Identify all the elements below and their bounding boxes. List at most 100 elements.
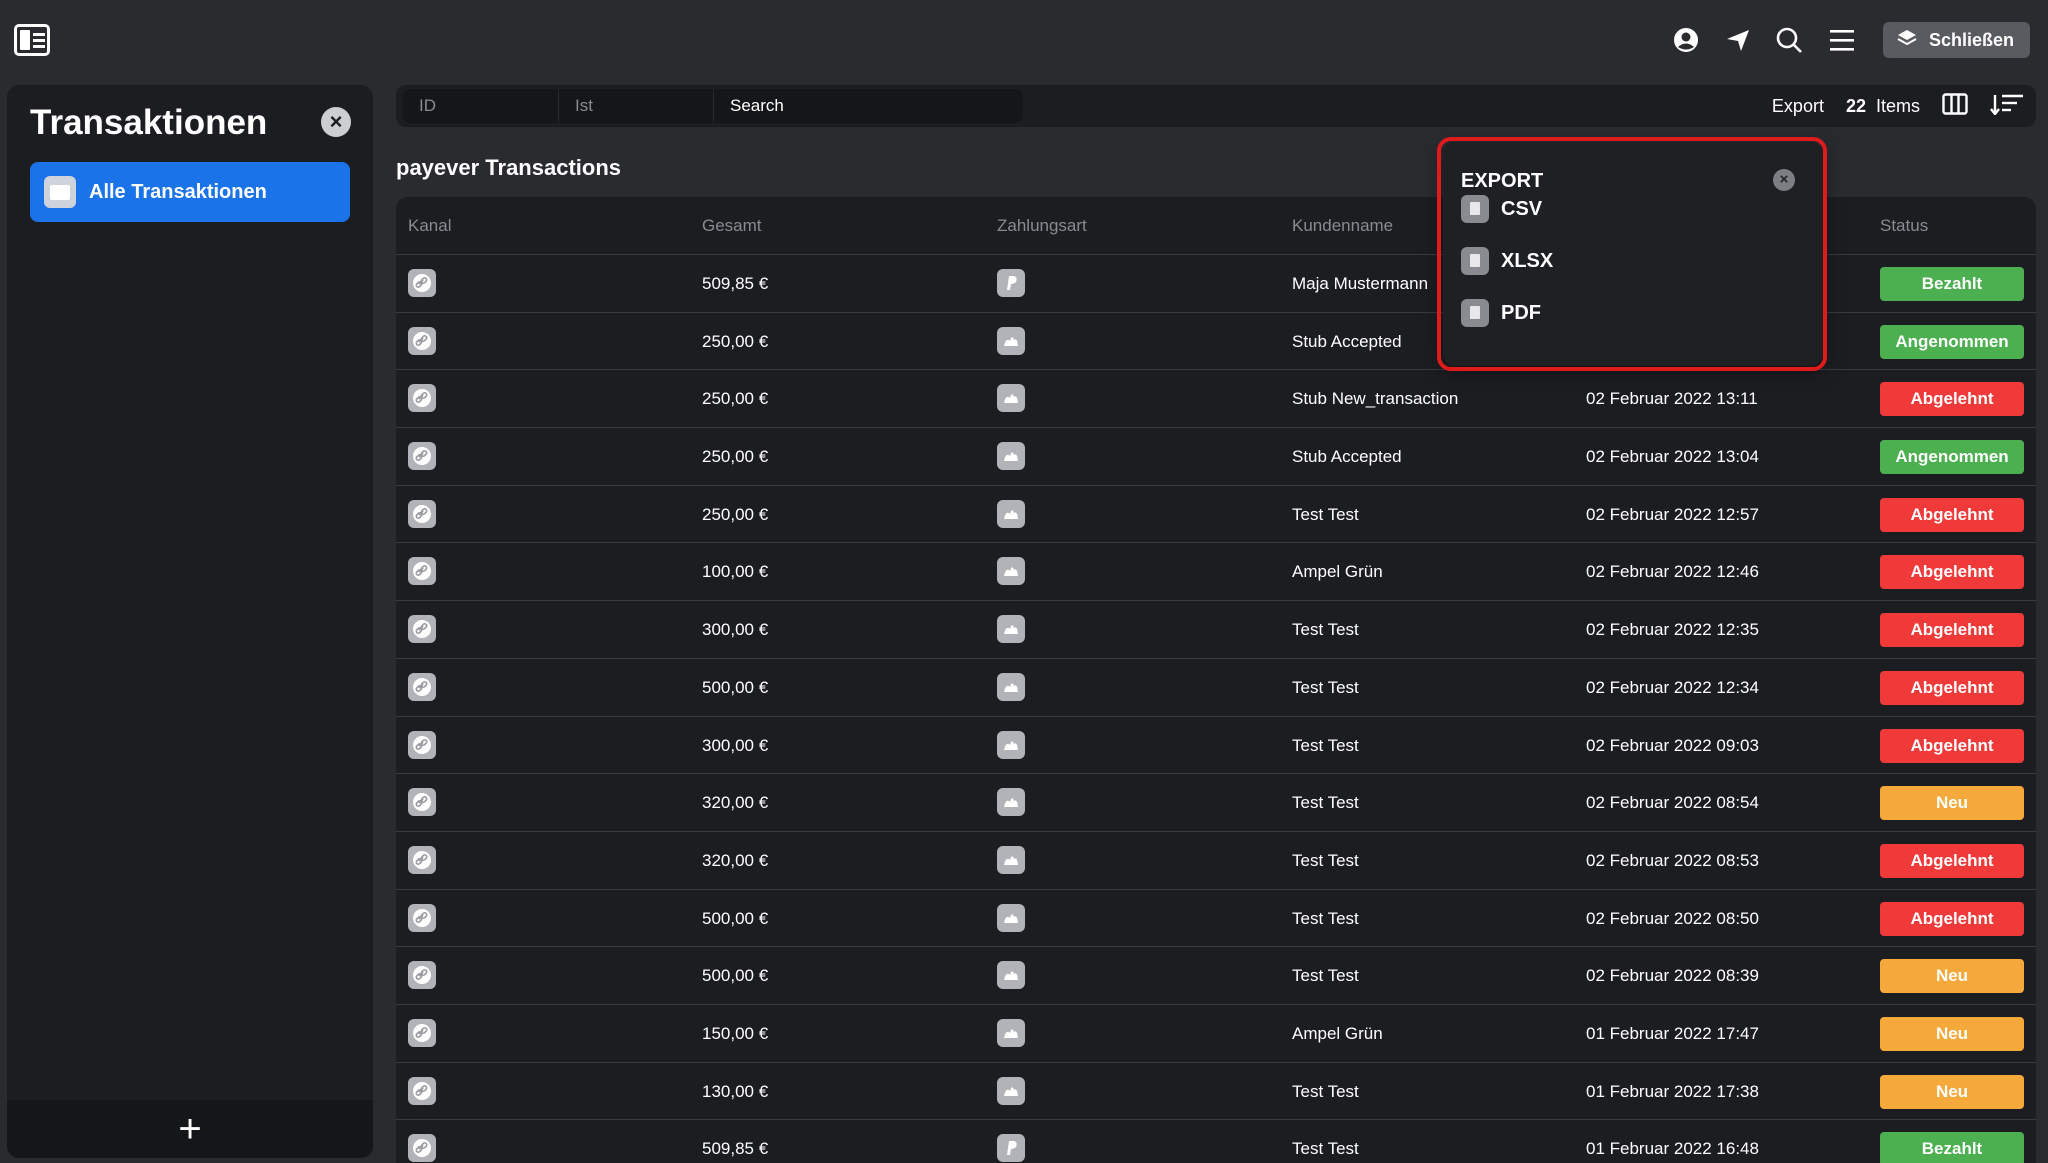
- link-icon: [408, 903, 436, 932]
- table-row[interactable]: 250,00 € Test Test 02 Februar 2022 12:57 Ab…: [396, 486, 2036, 544]
- amount-cell: 250,00 €: [702, 389, 769, 409]
- customer-cell: Test Test: [1292, 504, 1359, 524]
- customer-cell: Stub Accepted: [1292, 331, 1402, 351]
- stripe-icon: [997, 326, 1025, 355]
- sort-icon[interactable]: [1990, 93, 2024, 120]
- date-cell: 02 Februar 2022 12:34: [1586, 677, 1759, 697]
- customer-cell: Stub New_transaction: [1292, 389, 1459, 409]
- table-row[interactable]: 150,00 € Ampel Grün 01 Februar 2022 17:47 N…: [396, 1005, 2036, 1063]
- status-badge: Abgelehnt: [1880, 497, 2024, 532]
- stripe-icon: [997, 615, 1025, 644]
- amount-cell: 500,00 €: [702, 966, 769, 986]
- layers-icon: [1897, 29, 1917, 52]
- date-cell: 01 Februar 2022 16:48: [1586, 1139, 1759, 1159]
- close-app-label: Schließen: [1928, 29, 2014, 50]
- column-header-status[interactable]: Status: [1880, 197, 1928, 255]
- link-icon: [408, 1134, 436, 1163]
- date-cell: 02 Februar 2022 13:11: [1586, 389, 1758, 409]
- status-badge: Abgelehnt: [1880, 670, 2024, 705]
- column-header-kanal[interactable]: Kanal: [408, 197, 451, 255]
- paypal-icon: [997, 269, 1025, 297]
- table-row[interactable]: 250,00 € Stub New_transaction 02 Februar 2…: [396, 370, 2036, 429]
- export-button[interactable]: Export: [1772, 96, 1824, 117]
- customer-cell: Test Test: [1292, 677, 1359, 697]
- table-row[interactable]: 500,00 € Test Test 02 Februar 2022 12:34 Ab…: [396, 659, 2036, 717]
- date-cell: 02 Februar 2022 13:04: [1586, 447, 1759, 467]
- ist-filter-input[interactable]: Ist: [558, 89, 713, 123]
- link-icon: [408, 672, 436, 701]
- search-icon[interactable]: [1771, 22, 1807, 58]
- amount-cell: 130,00 €: [702, 1081, 769, 1101]
- link-icon: [408, 615, 436, 644]
- status-badge: Bezahlt: [1880, 267, 2024, 301]
- send-icon[interactable]: [1720, 22, 1756, 58]
- table-row[interactable]: 250,00 € Stub Accepted 02 Februar 2022 13:…: [396, 428, 2036, 486]
- amount-cell: 320,00 €: [702, 793, 769, 813]
- stripe-icon: [997, 499, 1025, 528]
- link-icon: [408, 269, 436, 297]
- amount-cell: 100,00 €: [702, 562, 769, 582]
- filter-bar: ID Ist Search Export 22 Items: [396, 85, 2036, 127]
- stripe-icon: [997, 1018, 1025, 1047]
- status-badge: Abgelehnt: [1880, 613, 2024, 648]
- customer-cell: Test Test: [1292, 735, 1359, 755]
- status-badge: Neu: [1880, 1074, 2024, 1109]
- link-icon: [408, 1076, 436, 1105]
- paypal-icon: [997, 1134, 1025, 1163]
- link-icon: [408, 442, 436, 471]
- table-row[interactable]: 100,00 € Ampel Grün 02 Februar 2022 12:46 A…: [396, 543, 2036, 602]
- table-row[interactable]: 320,00 € Test Test 02 Februar 2022 08:53 Ab…: [396, 832, 2036, 890]
- stripe-icon: [997, 384, 1025, 413]
- date-cell: 02 Februar 2022 09:03: [1586, 735, 1759, 755]
- date-cell: 02 Februar 2022 12:35: [1586, 620, 1759, 640]
- date-cell: 02 Februar 2022 08:50: [1586, 908, 1759, 928]
- table-row[interactable]: 500,00 € Test Test 02 Februar 2022 08:39 Ne…: [396, 947, 2036, 1005]
- account-icon[interactable]: [1668, 22, 1704, 58]
- amount-cell: 500,00 €: [702, 677, 769, 697]
- table-row[interactable]: 300,00 € Test Test 02 Februar 2022 12:35 Ab…: [396, 601, 2036, 659]
- sidebar-item-all-transactions[interactable]: Alle Transaktionen: [30, 162, 350, 222]
- top-bar: Schließen: [0, 0, 2048, 82]
- close-app-button[interactable]: Schließen: [1882, 22, 2030, 58]
- customer-cell: Ampel Grün: [1292, 562, 1383, 582]
- customer-cell: Maja Mustermann: [1292, 274, 1429, 293]
- column-header-zahlungsart[interactable]: Zahlungsart: [997, 197, 1087, 255]
- customer-cell: Stub Accepted: [1292, 447, 1402, 467]
- stripe-icon: [997, 730, 1025, 759]
- sidebar-close-icon[interactable]: ×: [321, 107, 351, 137]
- menu-icon[interactable]: [1824, 22, 1860, 58]
- status-badge: Abgelehnt: [1880, 843, 2024, 878]
- column-header-kundenname[interactable]: Kundenname: [1292, 197, 1393, 255]
- sidebar-toggle-icon[interactable]: [14, 24, 50, 56]
- search-input[interactable]: Search: [713, 89, 1023, 123]
- stripe-icon: [997, 788, 1025, 817]
- id-filter-input[interactable]: ID: [403, 89, 558, 123]
- status-badge: Neu: [1880, 786, 2024, 821]
- stripe-icon: [997, 672, 1025, 701]
- table-row[interactable]: 300,00 € Test Test 02 Februar 2022 09:03 Ab…: [396, 717, 2036, 775]
- status-badge: Abgelehnt: [1880, 728, 2024, 763]
- column-header-gesamt[interactable]: Gesamt: [702, 197, 762, 255]
- date-cell: 02 Februar 2022 12:57: [1586, 504, 1759, 524]
- link-icon: [408, 499, 436, 528]
- sidebar-title: Transaktionen: [30, 103, 268, 142]
- table-row[interactable]: 509,85 € Test Test 01 Februar 2022 16:48 Be…: [396, 1120, 2036, 1163]
- amount-cell: 509,85 €: [702, 1139, 769, 1159]
- date-cell: 01 Februar 2022 17:38: [1586, 1081, 1759, 1101]
- customer-cell: Test Test: [1292, 620, 1359, 640]
- add-folder-button[interactable]: +: [7, 1100, 373, 1158]
- amount-cell: 250,00 €: [702, 504, 769, 524]
- table-row[interactable]: 130,00 € Test Test 01 Februar 2022 17:38 Ne…: [396, 1063, 2036, 1121]
- table-row[interactable]: 320,00 € Test Test 02 Februar 2022 08:54 Ne…: [396, 774, 2036, 832]
- status-badge: Abgelehnt: [1880, 901, 2024, 936]
- customer-cell: Test Test: [1292, 1139, 1359, 1159]
- section-title: payever Transactions: [396, 155, 622, 180]
- table-row[interactable]: 500,00 € Test Test 02 Februar 2022 08:50 Ab…: [396, 890, 2036, 948]
- amount-cell: 250,00 €: [702, 447, 769, 467]
- columns-icon[interactable]: [1942, 92, 1968, 120]
- customer-cell: Test Test: [1292, 966, 1359, 986]
- link-icon: [408, 788, 436, 817]
- amount-cell: 300,00 €: [702, 735, 769, 755]
- amount-cell: 250,00 €: [702, 331, 769, 351]
- export-highlight-frame: [1437, 137, 1827, 371]
